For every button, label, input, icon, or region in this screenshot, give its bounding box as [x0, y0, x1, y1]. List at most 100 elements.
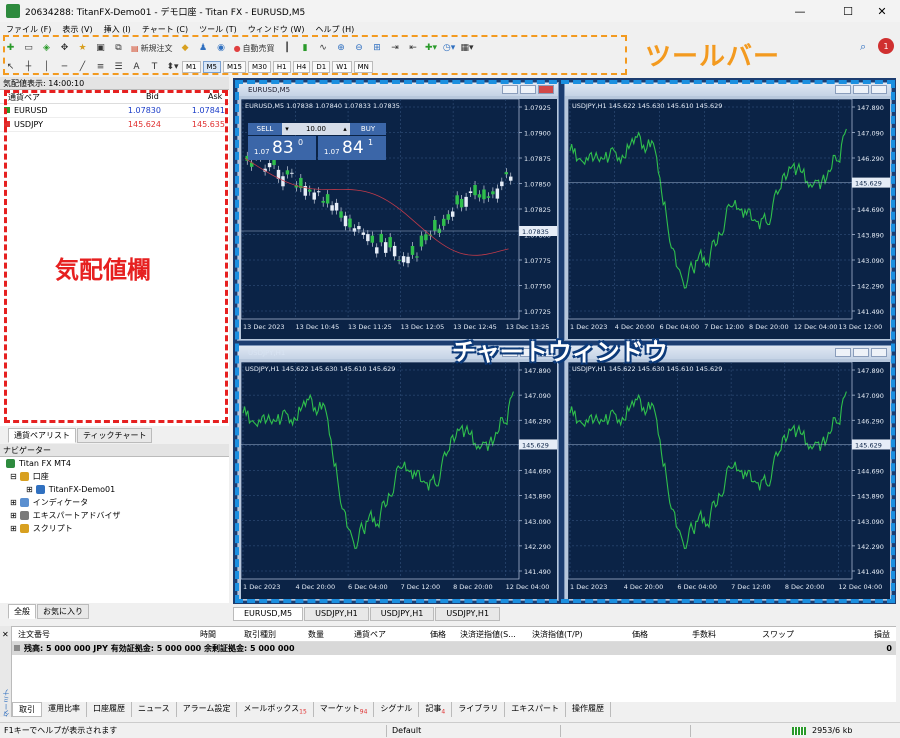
menu-view[interactable]: 表示 (V) — [62, 24, 92, 35]
accounts-icon — [19, 472, 29, 481]
expand-icon: ⊞ — [10, 498, 17, 507]
chart-tab[interactable]: USDJPY,H1 — [435, 607, 501, 621]
balance-row[interactable]: 残高: 5 000 000 JPY 有効証拠金: 5 000 000 余剰証拠金… — [12, 642, 896, 655]
close-button[interactable]: ✕ — [862, 0, 900, 22]
status-separator — [690, 725, 691, 737]
terminal-columns: 注文番号 時間 取引種別 数量 通貨ペア 価格 決済逆指値(S... 決済指値(… — [12, 627, 896, 642]
window-title: 20634288: TitanFX-Demo01 - デモ口座 - Titan … — [25, 7, 306, 18]
col-commission[interactable]: 手数料 — [692, 629, 716, 640]
terminal-tab[interactable]: ニュース — [132, 702, 177, 717]
notification-badge[interactable]: 1 — [878, 38, 894, 54]
status-separator — [386, 725, 387, 737]
status-profile: Default — [392, 726, 422, 735]
col-price[interactable]: 価格 — [430, 629, 446, 640]
terminal-tab-count: 15 — [299, 708, 307, 716]
menu-chart[interactable]: チャート (C) — [142, 24, 188, 35]
scripts-folder-icon — [19, 524, 29, 533]
tree-item-label: Titan FX MT4 — [19, 459, 72, 468]
col-volume[interactable]: 数量 — [308, 629, 324, 640]
terminal-tab[interactable]: 取引 — [12, 702, 42, 717]
market-watch-annotation-label: 気配値欄 — [55, 256, 151, 284]
tab-symbols[interactable]: 通貨ペアリスト — [8, 428, 76, 443]
terminal-panel: 注文番号 時間 取引種別 数量 通貨ペア 価格 決済逆指値(S... 決済指値(… — [12, 626, 896, 702]
terminal-tab[interactable]: エキスパート — [505, 702, 567, 717]
tab-general[interactable]: 全般 — [8, 604, 36, 619]
col-take-profit[interactable]: 決済指値(T/P) — [532, 629, 583, 640]
tree-item-label: インディケータ — [32, 498, 89, 507]
terminal-tab[interactable]: 運用比率 — [42, 702, 87, 717]
terminal-tab[interactable]: 記事4 — [419, 702, 453, 717]
terminal-tab-label: 口座履歴 — [93, 704, 125, 713]
chart-annotation-label: チャートウィンドウ — [452, 338, 668, 366]
col-swap[interactable]: スワップ — [762, 629, 794, 640]
terminal-side-bar: ✕ ターミナル — [0, 626, 20, 717]
chart-tab[interactable]: USDJPY,H1 — [304, 607, 369, 621]
terminal-tab-label: 記事 — [425, 704, 442, 713]
terminal-tab-label: ライブラリ — [458, 704, 499, 713]
chart-tab[interactable]: EURUSD,M5 — [233, 607, 304, 621]
navigator-tree: Titan FX MT4 ⊟ 口座 ⊞ TitanFX-Demo01 ⊞ インディケー… — [0, 457, 229, 603]
col-type[interactable]: 取引種別 — [244, 629, 276, 640]
balance-text: 残高: 5 000 000 JPY 有効証拠金: 5 000 000 余剰証拠金… — [24, 644, 295, 653]
terminal-tab[interactable]: 口座履歴 — [87, 702, 132, 717]
terminal-tab[interactable]: シグナル — [374, 702, 420, 717]
tree-item-label: スクリプト — [32, 524, 73, 533]
tree-item-label: エキスパートアドバイザ — [32, 511, 121, 520]
expand-icon: ⊞ — [26, 485, 33, 494]
experts-folder-icon — [19, 511, 29, 520]
tab-tick-chart[interactable]: ティックチャート — [77, 428, 153, 443]
col-time[interactable]: 時間 — [200, 629, 216, 640]
terminal-tab[interactable]: 操作履歴 — [566, 702, 612, 717]
terminal-tab-label: ニュース — [138, 704, 170, 713]
tree-item-label: TitanFX-Demo01 — [48, 485, 116, 494]
market-watch-header: 気配値表示: 14:00:10 — [0, 77, 229, 90]
menu-help[interactable]: ヘルプ (H) — [315, 24, 354, 35]
terminal-tab[interactable]: メールボックス15 — [237, 702, 314, 717]
tree-item-accounts[interactable]: ⊟ 口座 — [0, 470, 229, 483]
toolbar-annotation-frame — [3, 35, 627, 75]
title-bar: 20634288: TitanFX-Demo01 - デモ口座 - Titan … — [0, 0, 900, 22]
terminal-tab-count: 4 — [441, 708, 446, 716]
navigator-header: ナビゲーター — [0, 444, 229, 457]
terminal-tab-label: アラーム設定 — [182, 704, 231, 713]
col-profit[interactable]: 損益 — [874, 629, 890, 640]
titanfx-logo-icon — [6, 4, 20, 18]
tree-item-experts[interactable]: ⊞ エキスパートアドバイザ — [0, 509, 229, 522]
terminal-tab-label: 運用比率 — [48, 704, 80, 713]
tree-item-indicators[interactable]: ⊞ インディケータ — [0, 496, 229, 509]
terminal-tab-count: 94 — [359, 708, 368, 716]
menu-bar: ファイル (F) 表示 (V) 挿入 (I) チャート (C) ツール (T) … — [0, 22, 900, 36]
connection-icon — [792, 727, 806, 735]
menu-tools[interactable]: ツール (T) — [199, 24, 237, 35]
terminal-tabs: 取引 運用比率 口座履歴 ニュース アラーム設定 メールボックス15 マーケット94 シグナル… — [12, 702, 896, 717]
status-bar: F1キーでヘルプが表示されます Default 2953/6 kb — [0, 722, 900, 738]
col-stop-loss[interactable]: 決済逆指値(S... — [460, 629, 516, 640]
terminal-close-icon[interactable]: ✕ — [2, 630, 9, 639]
search-icon[interactable]: ⌕ — [860, 40, 866, 54]
menu-file[interactable]: ファイル (F) — [6, 24, 51, 35]
menu-window[interactable]: ウィンドウ (W) — [248, 24, 305, 35]
tab-favorites[interactable]: お気に入り — [37, 604, 89, 619]
terminal-tab[interactable]: アラーム設定 — [177, 702, 238, 717]
tree-item-root[interactable]: Titan FX MT4 — [0, 457, 229, 470]
tree-item-account[interactable]: ⊞ TitanFX-Demo01 — [0, 483, 229, 496]
tree-item-scripts[interactable]: ⊞ スクリプト — [0, 522, 229, 535]
account-icon — [35, 485, 45, 494]
terminal-tab[interactable]: ライブラリ — [452, 702, 506, 717]
expand-icon: ⊞ — [10, 524, 17, 533]
navigator-tabs: 全般 お気に入り — [8, 604, 90, 619]
tree-item-label: 口座 — [32, 472, 49, 481]
menu-insert[interactable]: 挿入 (I) — [104, 24, 131, 35]
status-separator — [560, 725, 561, 737]
chart-tab[interactable]: USDJPY,H1 — [369, 607, 435, 621]
balance-icon — [14, 645, 20, 651]
terminal-tab-label: マーケット — [319, 704, 360, 713]
minimize-button[interactable]: — — [780, 0, 820, 22]
col-order[interactable]: 注文番号 — [18, 629, 50, 640]
toolbar-annotation-label: ツールバー — [645, 42, 781, 72]
terminal-tab-label: 操作履歴 — [572, 704, 605, 713]
terminal-tab[interactable]: マーケット94 — [314, 702, 375, 717]
status-help: F1キーでヘルプが表示されます — [4, 726, 118, 735]
col-price-current[interactable]: 価格 — [632, 629, 648, 640]
col-symbol[interactable]: 通貨ペア — [354, 629, 386, 640]
